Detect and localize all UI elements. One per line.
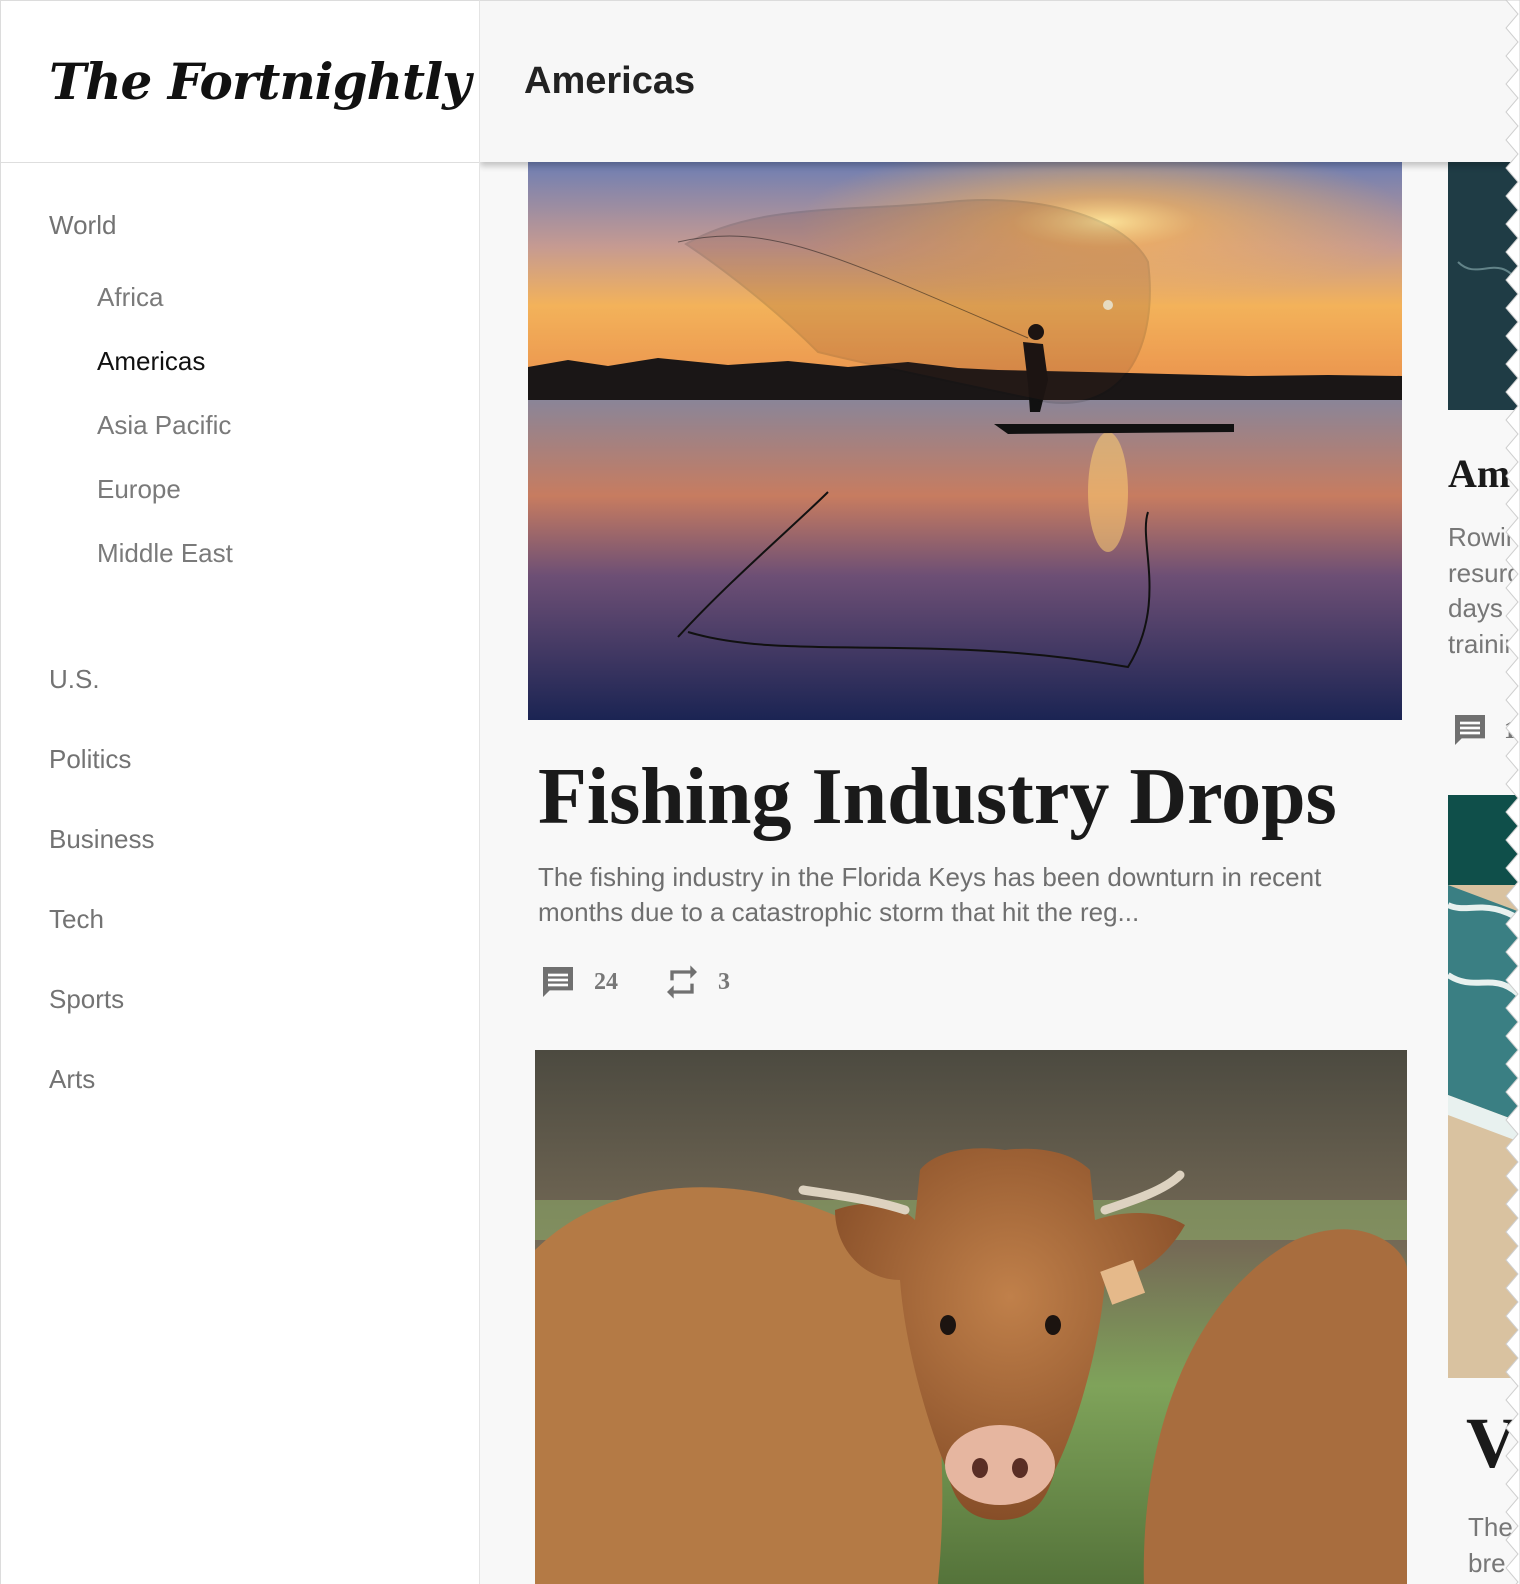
sidebar: The Fortnightly World Africa Americas As… [0, 0, 480, 1584]
article-summary-line-2: months due to a catastrophic storm that … [538, 897, 1140, 927]
sidebar-item-business[interactable]: Business [1, 799, 479, 879]
fisherman-sunset-image[interactable] [528, 162, 1402, 720]
section-header: Americas [480, 0, 1520, 162]
comment-icon[interactable] [1450, 710, 1490, 750]
brand-header: The Fortnightly [1, 1, 479, 163]
next-article-title[interactable]: Am [1448, 450, 1510, 497]
article-meta: 24 3 [538, 960, 730, 1004]
cows-image[interactable] [535, 1050, 1407, 1584]
sidebar-item-politics[interactable]: Politics [1, 719, 479, 799]
brand-logo[interactable]: The Fortnightly [49, 52, 471, 111]
sidebar-item-us[interactable]: U.S. [1, 639, 479, 719]
next-article-2-line-2: bre [1468, 1547, 1506, 1578]
sidebar-item-africa[interactable]: Africa [1, 265, 479, 329]
sidebar-item-arts[interactable]: Arts [1, 1039, 479, 1119]
page-title: Americas [524, 60, 696, 102]
sidebar-item-sports[interactable]: Sports [1, 959, 479, 1039]
main-content: Americas Fishing Industry Drops The fish… [480, 0, 1520, 1584]
sidebar-item-asia-pacific[interactable]: Asia Pacific [1, 393, 479, 457]
comment-icon[interactable] [538, 962, 578, 1002]
sidebar-item-americas[interactable]: Americas [1, 329, 479, 393]
fisherman-sunset-illustration [528, 162, 1402, 720]
sidebar-item-europe[interactable]: Europe [1, 457, 479, 521]
article-summary: The fishing industry in the Florida Keys… [538, 860, 1378, 930]
repost-count: 3 [718, 968, 730, 995]
comment-count: 24 [594, 968, 618, 995]
cows-illustration [535, 1050, 1407, 1584]
sidebar-item-world[interactable]: World [1, 196, 479, 254]
article-summary-line-1: The fishing industry in the Florida Keys… [538, 862, 1322, 892]
repost-icon[interactable] [662, 962, 702, 1002]
next-article-line-3: days [1448, 593, 1503, 623]
sidebar-nav: World Africa Americas Asia Pacific Europ… [1, 163, 479, 1119]
article-title[interactable]: Fishing Industry Drops [538, 752, 1398, 842]
sidebar-item-middle-east[interactable]: Middle East [1, 521, 479, 585]
torn-edge-decoration [1505, 0, 1520, 1584]
sidebar-item-tech[interactable]: Tech [1, 879, 479, 959]
